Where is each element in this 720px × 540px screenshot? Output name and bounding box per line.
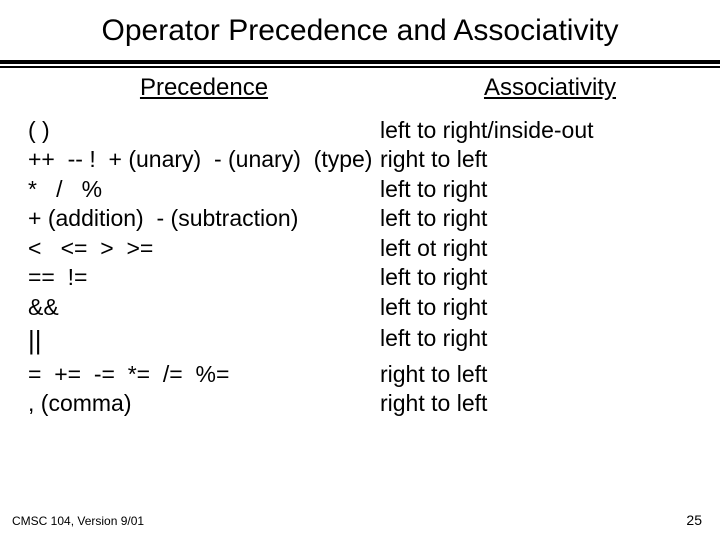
precedence-table: ( )left to right/inside-out++ -- ! + (un… <box>0 116 720 419</box>
header-associativity: Associativity <box>380 74 720 102</box>
precedence-cell: * / % <box>0 175 380 204</box>
table-row: , (comma)right to left <box>0 389 720 418</box>
associativity-cell: left to right <box>380 175 487 204</box>
table-row: &&left to right <box>0 293 720 322</box>
precedence-cell: ( ) <box>0 116 380 145</box>
precedence-cell: && <box>0 293 380 322</box>
associativity-cell: left to right <box>380 293 487 322</box>
table-row: = += -= *= /= %=right to left <box>0 360 720 389</box>
associativity-cell: right to left <box>380 145 487 174</box>
associativity-cell: right to left <box>380 389 487 418</box>
precedence-cell: , (comma) <box>0 389 380 418</box>
column-headers: Precedence Associativity <box>0 68 720 116</box>
precedence-cell: == != <box>0 263 380 292</box>
precedence-cell: + (addition) - (subtraction) <box>0 204 380 233</box>
associativity-cell: left to right <box>380 322 487 360</box>
associativity-cell: left to right <box>380 263 487 292</box>
associativity-cell: left ot right <box>380 234 487 263</box>
footer-course: CMSC 104, Version 9/01 <box>12 514 144 528</box>
precedence-cell: || <box>0 322 380 360</box>
table-row: + (addition) - (subtraction)left to righ… <box>0 204 720 233</box>
precedence-cell: ++ -- ! + (unary) - (unary) (type) <box>0 145 380 174</box>
table-row: == !=left to right <box>0 263 720 292</box>
table-row: < <= > >=left ot right <box>0 234 720 263</box>
associativity-cell: left to right/inside-out <box>380 116 594 145</box>
associativity-cell: left to right <box>380 204 487 233</box>
divider-top <box>0 60 720 64</box>
table-row: ||left to right <box>0 322 720 360</box>
precedence-cell: = += -= *= /= %= <box>0 360 380 389</box>
precedence-cell: < <= > >= <box>0 234 380 263</box>
table-row: ++ -- ! + (unary) - (unary) (type)right … <box>0 145 720 174</box>
table-row: ( )left to right/inside-out <box>0 116 720 145</box>
table-row: * / %left to right <box>0 175 720 204</box>
footer-page-number: 25 <box>686 512 702 528</box>
slide-title: Operator Precedence and Associativity <box>0 0 720 60</box>
associativity-cell: right to left <box>380 360 487 389</box>
header-precedence: Precedence <box>28 74 380 102</box>
